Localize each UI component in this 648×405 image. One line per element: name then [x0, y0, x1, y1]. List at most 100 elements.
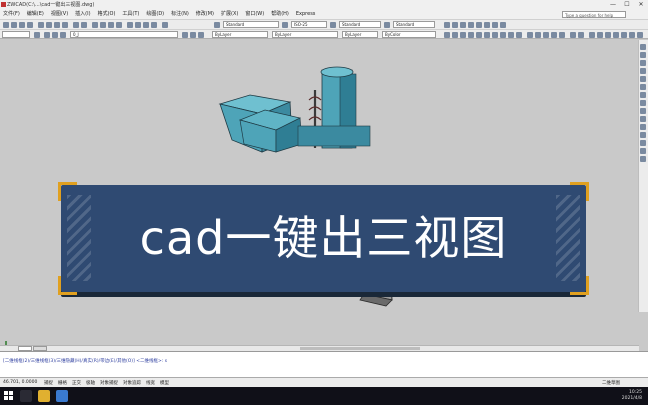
redo-icon[interactable] [81, 22, 87, 28]
new-file-icon[interactable] [3, 22, 9, 28]
solid-extrude-icon[interactable] [629, 32, 635, 38]
scale-icon[interactable] [640, 100, 646, 106]
maximize-button[interactable]: ☐ [620, 0, 634, 10]
orbit-icon[interactable] [570, 32, 576, 38]
free-orbit-icon[interactable] [578, 32, 584, 38]
array-icon[interactable] [640, 76, 646, 82]
search-icon[interactable] [20, 390, 32, 402]
draw-arc-icon[interactable] [468, 22, 474, 28]
draw-line-icon[interactable] [444, 22, 450, 28]
view-left-icon[interactable] [460, 32, 466, 38]
tool-palette-icon[interactable] [143, 22, 149, 28]
command-line[interactable]: [二维线框(2)/三维线框(3)/三维隐藏(H)/真实(R)/带边(E)/其他(… [0, 351, 648, 378]
dim-style-select[interactable]: ISO-25 [291, 21, 327, 28]
trim-icon[interactable] [640, 116, 646, 122]
draw-circle-icon[interactable] [460, 22, 466, 28]
zoom-previous-icon[interactable] [116, 22, 122, 28]
menu-item[interactable]: 窗口(W) [245, 10, 264, 19]
make-current-layer-icon[interactable] [182, 32, 188, 38]
drawing-canvas[interactable]: cad一键出三视图 [0, 40, 639, 366]
extend-icon[interactable] [640, 124, 646, 130]
zoom-realtime-icon[interactable] [100, 22, 106, 28]
chamfer-icon[interactable] [640, 140, 646, 146]
pan-icon[interactable] [92, 22, 98, 28]
layer-on-icon[interactable] [44, 32, 50, 38]
menu-item[interactable]: 绘图(D) [146, 10, 164, 19]
layer-select[interactable]: 0_J [70, 31, 178, 38]
menu-item[interactable]: 编辑(E) [27, 10, 44, 19]
copy-icon[interactable] [46, 22, 52, 28]
break-icon[interactable] [640, 132, 646, 138]
snap-toggle[interactable]: 捕捉 [44, 380, 53, 386]
grid-toggle[interactable]: 栅格 [58, 380, 67, 386]
lineweight-select[interactable]: ByLayer [342, 31, 378, 38]
layer-manager-icon[interactable] [34, 32, 40, 38]
zoom-window-icon[interactable] [108, 22, 114, 28]
shade-3d-wireframe-icon[interactable] [535, 32, 541, 38]
workspace-switch[interactable]: 二维草图 [602, 380, 620, 386]
text-style-select[interactable]: Standard [223, 21, 279, 28]
solid-union-icon[interactable] [605, 32, 611, 38]
copy-object-icon[interactable] [640, 52, 646, 58]
menu-item[interactable]: 插入(I) [75, 10, 90, 19]
solid-box-icon[interactable] [589, 32, 595, 38]
layer-freeze-icon[interactable] [52, 32, 58, 38]
save-icon[interactable] [19, 22, 25, 28]
solid-cylinder-icon[interactable] [597, 32, 603, 38]
undo-icon[interactable] [73, 22, 79, 28]
explode-icon[interactable] [640, 156, 646, 162]
view-sw-iso-icon[interactable] [492, 32, 498, 38]
text-icon[interactable] [500, 22, 506, 28]
table-style-select[interactable]: Standard [339, 21, 381, 28]
rotate-icon[interactable] [640, 92, 646, 98]
color-select[interactable]: ByLayer [212, 31, 268, 38]
calculator-icon[interactable] [151, 22, 157, 28]
help-icon[interactable] [162, 22, 168, 28]
shade-realistic-icon[interactable] [551, 32, 557, 38]
view-back-icon[interactable] [484, 32, 490, 38]
view-top-icon[interactable] [444, 32, 450, 38]
shade-conceptual-icon[interactable] [559, 32, 565, 38]
view-right-icon[interactable] [468, 32, 474, 38]
layer-lock-icon[interactable] [60, 32, 66, 38]
help-search-input[interactable]: Type a question for help [562, 11, 626, 18]
menu-item[interactable]: 工具(T) [122, 10, 139, 19]
menu-item[interactable]: 格式(O) [98, 10, 116, 19]
draw-polyline-icon[interactable] [452, 22, 458, 28]
insert-block-icon[interactable] [492, 22, 498, 28]
solid-intersect-icon[interactable] [621, 32, 627, 38]
paste-icon[interactable] [54, 22, 60, 28]
stretch-icon[interactable] [640, 108, 646, 114]
draw-rectangle-icon[interactable] [476, 22, 482, 28]
erase-icon[interactable] [640, 44, 646, 50]
solid-revolve-icon[interactable] [637, 32, 643, 38]
solid-subtract-icon[interactable] [613, 32, 619, 38]
menu-item[interactable]: 视图(V) [51, 10, 68, 19]
layer-isolate-icon[interactable] [198, 32, 204, 38]
model-toggle[interactable]: 模型 [160, 380, 169, 386]
osnap-toggle[interactable]: 对象捕捉 [100, 380, 118, 386]
view-front-icon[interactable] [476, 32, 482, 38]
print-icon[interactable] [27, 22, 33, 28]
view-bottom-icon[interactable] [452, 32, 458, 38]
linetype-select[interactable]: ByLayer [272, 31, 338, 38]
layer-previous-icon[interactable] [190, 32, 196, 38]
shade-hidden-icon[interactable] [543, 32, 549, 38]
design-center-icon[interactable] [135, 22, 141, 28]
shade-2d-wireframe-icon[interactable] [527, 32, 533, 38]
offset-icon[interactable] [640, 68, 646, 74]
ortho-toggle[interactable]: 正交 [72, 380, 81, 386]
menu-item[interactable]: Express [296, 10, 316, 19]
cut-icon[interactable] [38, 22, 44, 28]
match-properties-icon[interactable] [62, 22, 68, 28]
windows-start-icon[interactable] [4, 391, 13, 400]
workspace-select[interactable] [2, 31, 30, 38]
properties-icon[interactable] [127, 22, 133, 28]
otrack-toggle[interactable]: 对象追踪 [123, 380, 141, 386]
move-icon[interactable] [640, 84, 646, 90]
scroll-thumb[interactable] [300, 347, 420, 350]
minimize-button[interactable]: — [606, 0, 620, 10]
fillet-icon[interactable] [640, 148, 646, 154]
lineweight-toggle[interactable]: 线宽 [146, 380, 155, 386]
mirror-icon[interactable] [640, 60, 646, 66]
